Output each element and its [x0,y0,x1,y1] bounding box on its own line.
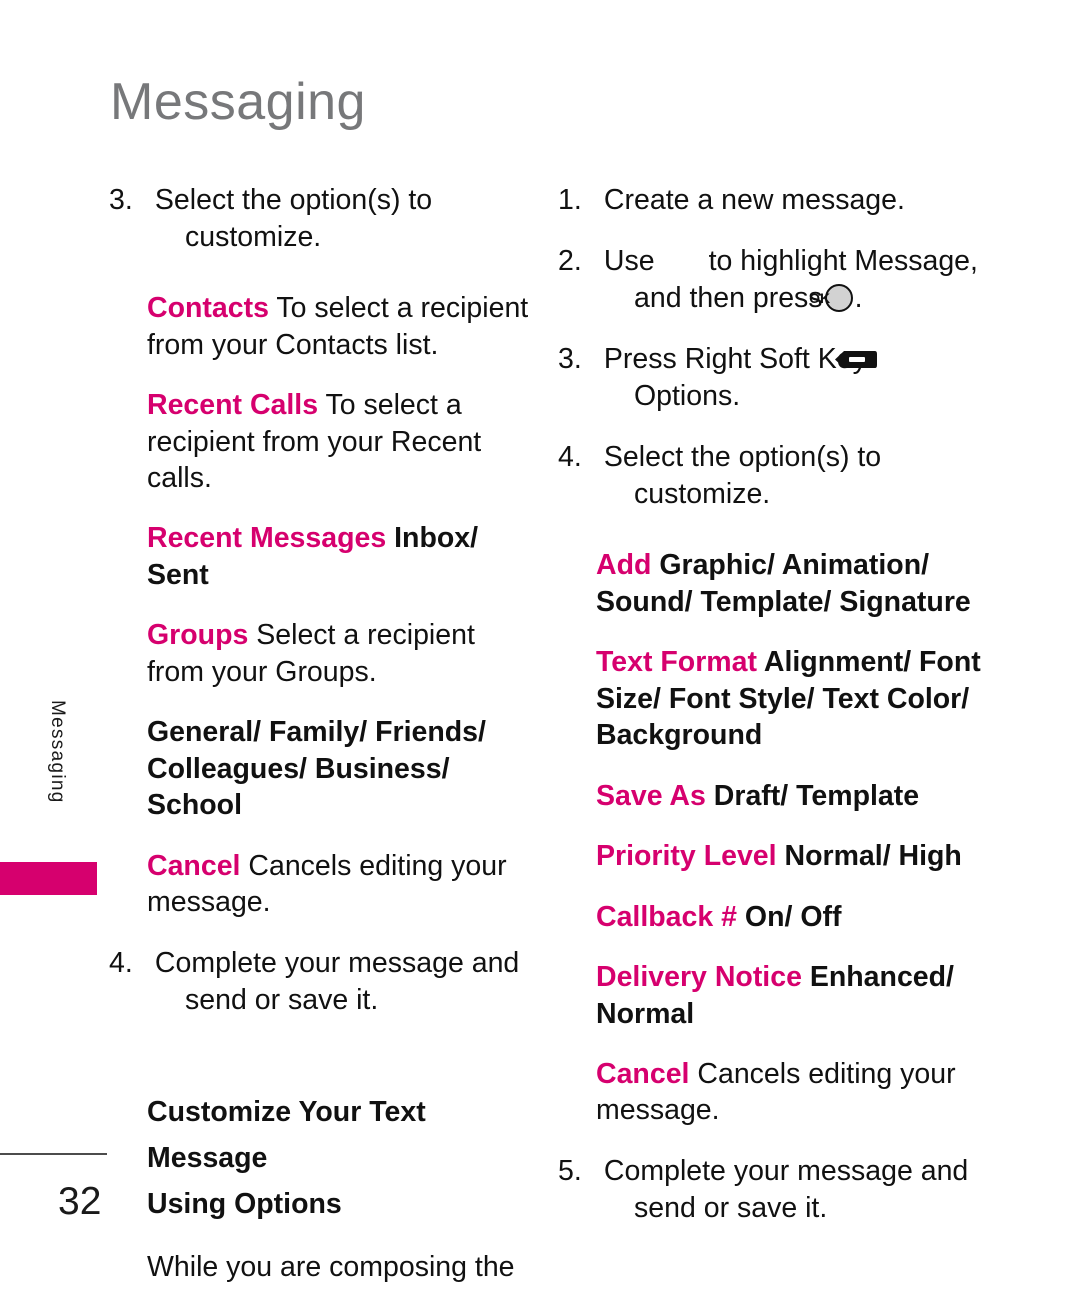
option-term: Save As [596,779,706,812]
step-text: Create a new message. [603,184,905,216]
option-entry-save-as: Save As Draft/ Template [596,778,996,814]
option-entry-recent-messages: Recent Messages Inbox/ Sent [147,520,539,593]
option-entry-priority-level: Priority Level Normal/ High [596,838,996,874]
option-term: Text Format [596,646,757,679]
step-item: 1. Create a new message. [558,184,905,216]
step-item: 5. Complete your message and send or sav… [558,1154,969,1224]
step-item: 3. Select the option(s) to customize. [109,184,433,254]
option-term: Priority Level [596,840,777,873]
navigation-key-icon [655,253,709,273]
step-text-after: . [854,282,863,315]
option-value: On/ Off [737,900,842,933]
section-subheading: Customize Your Text Message Using Option… [147,1089,539,1227]
step-item: 4. Select the option(s) to customize. [558,441,882,511]
option-entry-add: Add Graphic/ Animation/ Sound/ Template/… [596,547,996,620]
option-entry-contacts: Contacts To select a recipient from your… [147,290,539,363]
page-title: Messaging [110,73,366,131]
step-item: 3. Press Right Soft Key Options. [558,341,996,415]
option-term: Groups [147,619,249,652]
step-item: 2. Use to highlight Message, and then pre… [558,243,996,317]
option-term: Callback # [596,900,737,933]
side-tab-label: Messaging [47,700,68,804]
step-text: Select the option(s) to customize. [603,441,882,511]
step-text-before: Press Right Soft Key [603,343,867,376]
option-entry-group-list: General/ Family/ Friends/ Colleagues/ Bu… [147,714,539,823]
option-entry-cancel: Cancel Cancels editing your message. [596,1056,996,1129]
option-entry-callback: Callback # On/ Off [596,899,996,935]
option-entry-cancel: Cancel Cancels editing your message. [147,848,539,921]
step-text: Select the option(s) to customize. [154,184,433,254]
manual-page: Messaging Messaging 32 3. Select the opt… [0,0,1080,1295]
right-column: 1. Create a new message. 2. Use to highli… [558,182,996,1251]
option-term: Cancel [147,849,241,882]
footer-divider [0,1153,107,1155]
left-column: 3. Select the option(s) to customize. Co… [109,182,539,1295]
option-entry-delivery-notice: Delivery Notice Enhanced/ Normal [596,959,996,1032]
option-term: Delivery Notice [596,961,802,994]
option-value: Graphic/ Animation/ Sound/ Template/ Sig… [596,549,971,618]
option-value: General/ Family/ Friends/ Colleagues/ Bu… [147,716,486,822]
step-text: Complete your message and send or save i… [154,946,520,1016]
option-value: Normal/ High [776,840,962,873]
right-soft-key-icon [834,343,915,369]
step-item: 4. Complete your message and send or sav… [109,946,520,1016]
side-tab-swatch [0,862,97,895]
step-text-after: Options. [634,380,741,413]
option-term: Recent Calls [147,389,319,422]
option-entry-recent-calls: Recent Calls To select a recipient from … [147,387,539,496]
step-text-before: Use [603,245,655,278]
option-value: Draft/ Template [705,779,920,812]
step-text: Complete your message and send or save i… [603,1154,969,1224]
option-term: Recent Messages [147,522,387,555]
option-term: Cancel [596,1058,690,1091]
option-entry-text-format: Text Format Alignment/ Font Size/ Font S… [596,644,996,753]
page-number: 32 [58,1180,102,1223]
option-entry-groups: Groups Select a recipient from your Grou… [147,617,539,690]
ok-key-icon [824,284,853,313]
body-paragraph: While you are composing the text of a me… [147,1251,515,1295]
subheading-line: Using Options [147,1188,342,1221]
subheading-line: Customize Your Text Message [147,1095,426,1174]
option-term: Add [596,549,652,582]
option-term: Contacts [147,292,269,325]
